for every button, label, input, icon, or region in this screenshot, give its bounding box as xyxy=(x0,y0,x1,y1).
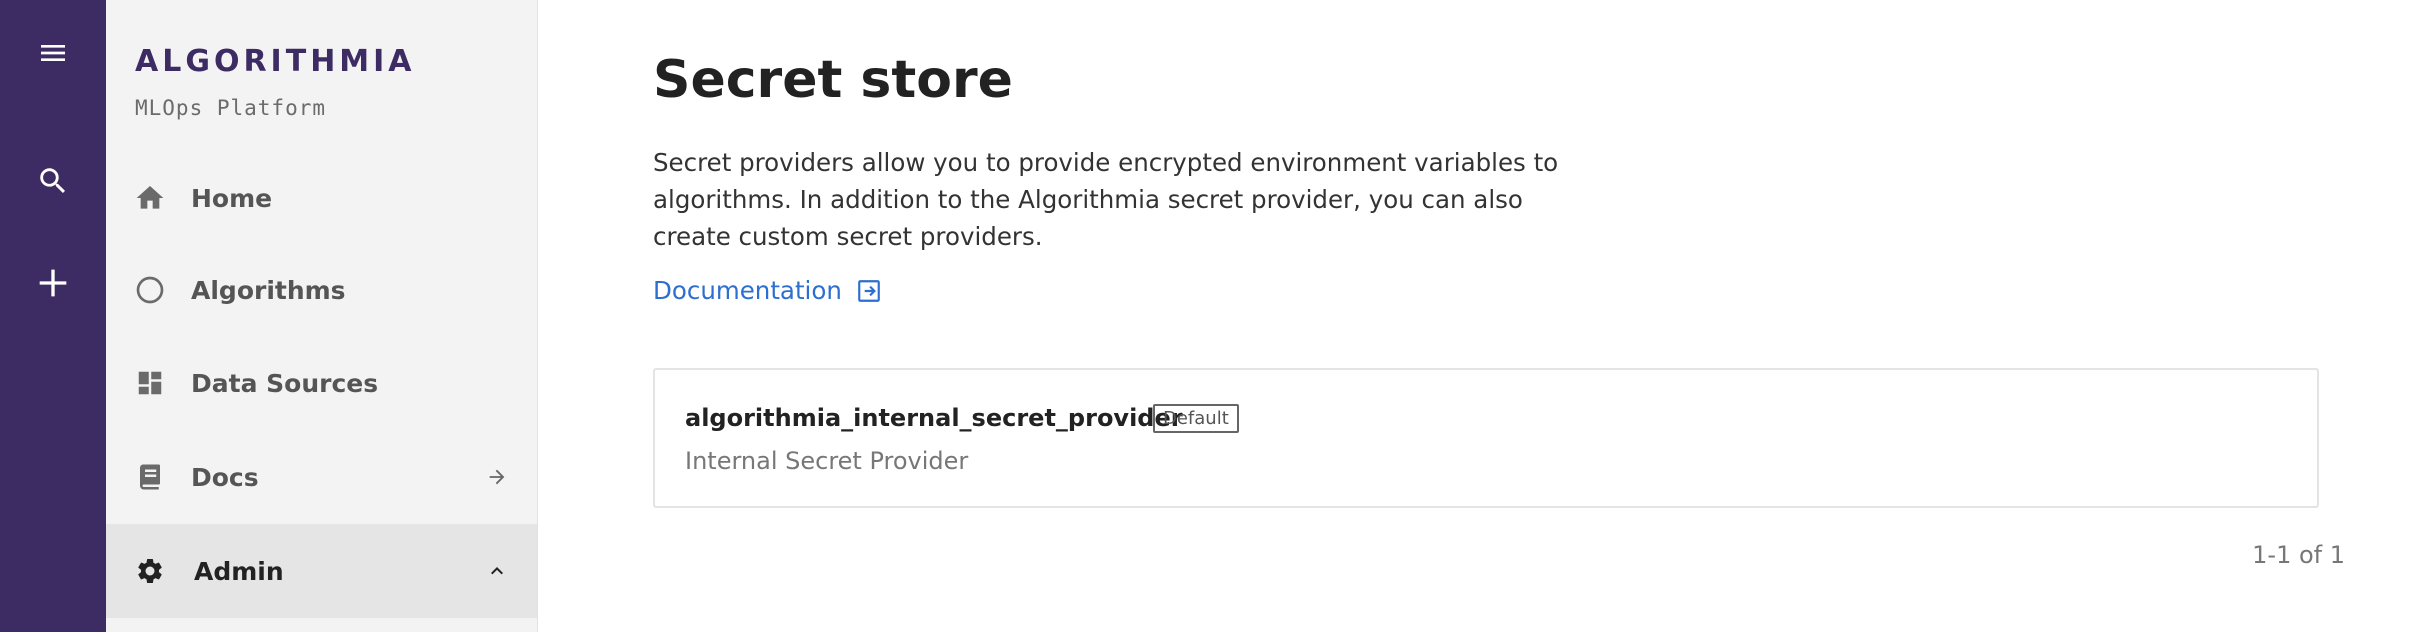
sidebar-item-label: Algorithms xyxy=(191,275,346,305)
sidebar-item-label: Admin xyxy=(194,556,284,586)
sidebar-item-data-sources[interactable]: Data Sources xyxy=(106,336,537,430)
add-icon xyxy=(39,269,67,297)
page-title: Secret store xyxy=(653,50,1013,110)
secret-provider-description: Internal Secret Provider xyxy=(685,447,969,475)
circle-icon xyxy=(134,274,166,306)
default-badge: Default xyxy=(1153,404,1239,433)
main-content: Secret store Secret providers allow you … xyxy=(653,0,2412,632)
sidebar: ALGORITHMIA MLOps Platform Home Algorith… xyxy=(106,0,538,632)
chevron-up-icon xyxy=(485,559,509,583)
secret-provider-card[interactable]: algorithmia_internal_secret_provider Def… xyxy=(653,368,2319,508)
app-rail xyxy=(0,0,106,632)
sidebar-item-label: Home xyxy=(191,183,273,213)
platform-tagline: MLOps Platform xyxy=(135,96,327,120)
external-link-icon xyxy=(858,279,880,302)
gear-icon xyxy=(134,555,166,587)
create-button[interactable] xyxy=(0,243,106,323)
sidebar-item-label: Docs xyxy=(191,462,259,492)
sidebar-item-admin[interactable]: Admin xyxy=(106,524,537,618)
arrow-right-icon xyxy=(485,465,509,489)
home-icon xyxy=(134,182,166,214)
menu-icon xyxy=(41,45,65,61)
algorithmia-logo[interactable]: ALGORITHMIA xyxy=(135,44,416,79)
sidebar-item-label: Data Sources xyxy=(191,368,379,398)
search-icon xyxy=(40,168,66,194)
documentation-link-label: Documentation xyxy=(653,276,842,305)
search-button[interactable] xyxy=(0,141,106,221)
sidebar-item-home[interactable]: Home xyxy=(106,151,537,245)
sidebar-item-docs[interactable]: Docs xyxy=(106,430,537,524)
documentation-link[interactable]: Documentation xyxy=(653,276,882,305)
pagination-summary: 1-1 of 1 xyxy=(2252,541,2345,569)
secret-provider-name: algorithmia_internal_secret_provider xyxy=(685,404,1183,432)
menu-button[interactable] xyxy=(0,13,106,93)
book-icon xyxy=(134,461,166,493)
dashboard-icon xyxy=(134,367,166,399)
sidebar-item-algorithms[interactable]: Algorithms xyxy=(106,243,537,337)
page-description: Secret providers allow you to provide en… xyxy=(653,148,1559,251)
